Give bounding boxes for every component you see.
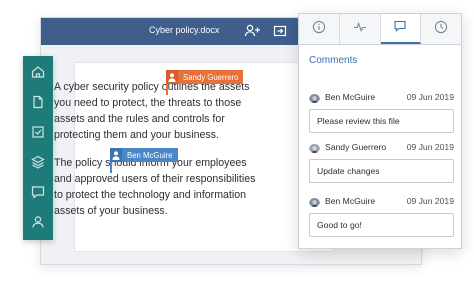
tab-activity[interactable] [340,14,381,44]
collaborator-name: Ben McGuire [122,148,178,162]
export-icon[interactable] [273,24,289,38]
user-icon [110,148,122,162]
comment-item: Ben McGuire 09 Jun 2019 Please review th… [309,91,454,133]
add-user-icon[interactable] [244,24,260,38]
comment-author: Ben McGuire [325,196,376,206]
user-icon[interactable] [30,214,46,230]
collaborator-tag-sandy: Sandy Guerrero [166,70,244,84]
panel-title: Comments [309,55,358,66]
sidebar [23,56,53,240]
tab-info[interactable] [299,14,340,44]
home-icon[interactable] [30,64,46,80]
avatar [309,92,320,103]
app-stage: Cyber policy.docx A cyber security polic… [0,0,474,285]
comment-text[interactable]: Please review this file [309,109,454,133]
avatar [309,142,320,153]
paragraph-line: protecting them and your business. [54,129,219,141]
comment-date: 09 Jun 2019 [406,196,454,206]
checklist-icon[interactable] [30,124,46,140]
comments-panel: Comments Ben McGuire 09 Jun 2019 Please … [298,13,462,249]
comment-author: Ben McGuire [325,92,376,102]
chat-icon[interactable] [30,184,46,200]
user-icon [166,70,178,84]
comments-icon [393,19,407,38]
history-icon [434,20,448,39]
comment-item: Ben McGuire 09 Jun 2019 Good to go! [309,195,454,237]
comment-date: 09 Jun 2019 [406,92,454,102]
document-paragraph-2[interactable]: The policy should inform your employees … [54,155,259,219]
comment-text[interactable]: Update changes [309,159,454,183]
comment-author: Sandy Guerrero [325,142,387,152]
paragraph-line: assets of your business. [54,205,168,217]
paragraph-line: to protect the technology and informatio… [54,189,246,201]
collaborator-tag-ben: Ben McGuire [110,148,178,162]
comment-text[interactable]: Good to go! [309,213,454,237]
paragraph-line: assets and the rules and controls for [54,113,225,125]
tab-comments[interactable] [380,14,422,44]
panel-tabs [299,14,461,45]
paragraph-line: and approved users of their responsibili… [54,173,256,185]
avatar [309,196,320,207]
layers-icon[interactable] [30,154,46,170]
comment-date: 09 Jun 2019 [406,142,454,152]
document-paragraph-1[interactable]: A cyber security policy outlines the ass… [54,79,259,143]
info-icon [312,20,326,39]
comment-item: Sandy Guerrero 09 Jun 2019 Update change… [309,141,454,183]
paragraph-line: you need to protect, the threats to thos… [54,97,242,109]
tab-history[interactable] [421,14,461,44]
document-title: Cyber policy.docx [149,25,220,35]
document-icon[interactable] [30,94,46,110]
collaborator-name: Sandy Guerrero [178,70,244,84]
activity-icon [353,20,367,39]
